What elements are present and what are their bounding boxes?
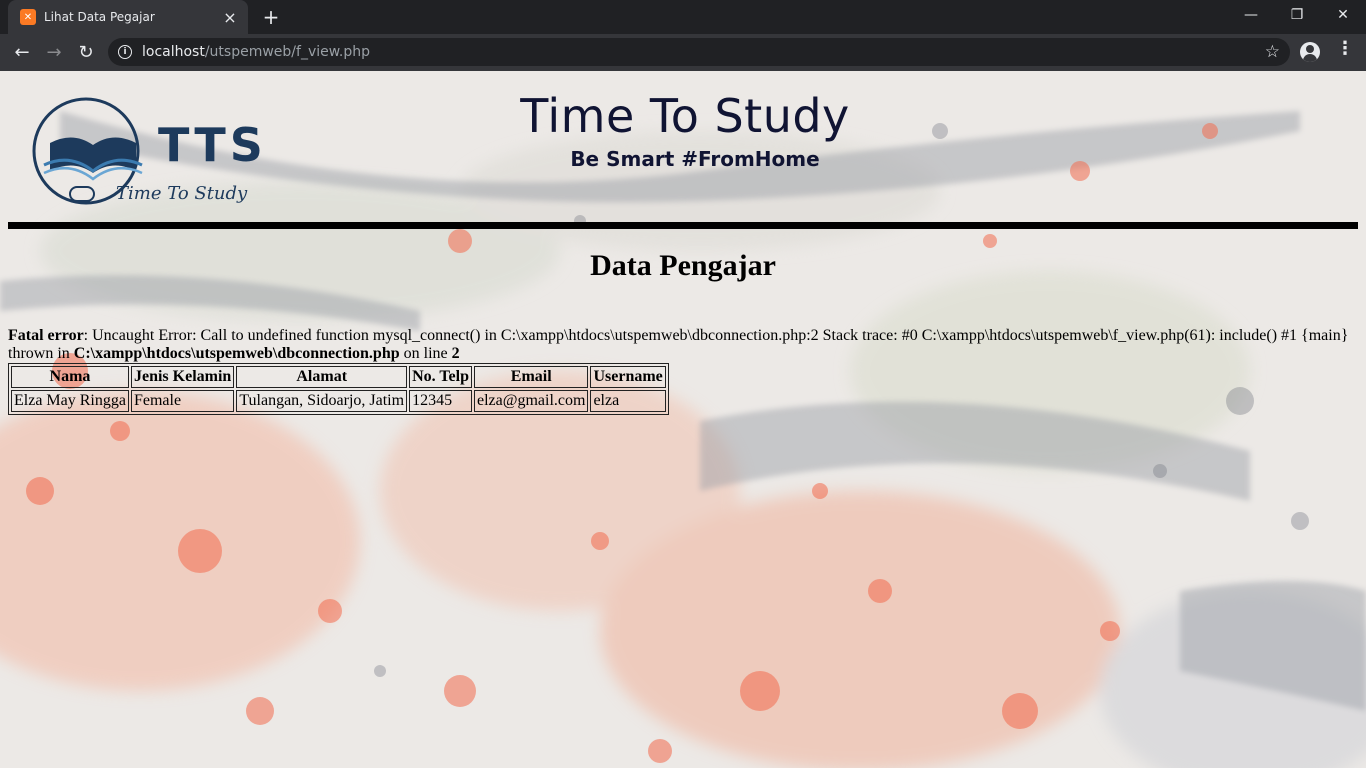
- column-header-jenis-kelamin: Jenis Kelamin: [130, 366, 235, 388]
- cell-alamat: Tulangan, Sidoarjo, Jatim: [236, 390, 408, 412]
- error-file: C:\xampp\htdocs\utspemweb\dbconnection.p…: [73, 345, 400, 362]
- url-text: localhost/utspemweb/f_view.php: [142, 44, 370, 60]
- column-header-username: Username: [590, 366, 666, 388]
- tab-close-icon[interactable]: ×: [222, 8, 238, 27]
- xampp-favicon-icon: ✕: [20, 9, 36, 25]
- restore-icon[interactable]: ❐: [1274, 0, 1320, 30]
- profile-avatar-icon[interactable]: [1300, 42, 1320, 62]
- error-label: Fatal error: [8, 327, 84, 344]
- column-header-alamat: Alamat: [236, 366, 408, 388]
- bookmark-star-icon[interactable]: ☆: [1265, 42, 1280, 62]
- cell-jenis-kelamin: Female: [130, 390, 235, 412]
- svg-text:Time To Study: Time To Study: [116, 183, 248, 204]
- php-fatal-error: Fatal error: Uncaught Error: Call to und…: [8, 327, 1349, 362]
- window-close-icon[interactable]: ✕: [1320, 0, 1366, 30]
- table-header-row: Nama Jenis Kelamin Alamat No. Telp Email…: [11, 366, 666, 388]
- more-menu-icon[interactable]: ⋮: [1336, 38, 1354, 59]
- cell-username: elza: [590, 390, 666, 412]
- site-title: Time To Study: [520, 89, 850, 143]
- site-header: TTS Time To Study Time To Study Be Smart…: [0, 71, 1366, 231]
- error-line: 2: [451, 345, 460, 362]
- address-bar[interactable]: i localhost/utspemweb/f_view.php ☆: [108, 38, 1290, 66]
- svg-text:TTS: TTS: [158, 118, 267, 172]
- minimize-icon[interactable]: —: [1228, 0, 1274, 30]
- page-viewport: TTS Time To Study Time To Study Be Smart…: [0, 71, 1366, 768]
- info-icon[interactable]: i: [118, 45, 132, 59]
- header-divider: [8, 222, 1358, 229]
- error-message: : Uncaught Error: Call to undefined func…: [83, 327, 1349, 344]
- new-tab-icon[interactable]: +: [258, 4, 284, 30]
- cell-no-telp: 12345: [409, 390, 472, 412]
- reload-icon[interactable]: ↻: [72, 38, 100, 66]
- tts-logo[interactable]: TTS Time To Study: [28, 93, 298, 213]
- tab-title: Lihat Data Pegajar: [44, 10, 155, 24]
- browser-tab[interactable]: ✕ Lihat Data Pegajar ×: [8, 0, 248, 34]
- column-header-email: Email: [473, 366, 589, 388]
- cell-nama: Elza May Ringga: [11, 390, 129, 412]
- pengajar-table: Nama Jenis Kelamin Alamat No. Telp Email…: [8, 363, 669, 415]
- back-arrow-icon[interactable]: ←: [8, 38, 36, 66]
- column-header-nama: Nama: [11, 366, 129, 388]
- site-tagline: Be Smart #FromHome: [570, 147, 820, 171]
- table-row: Elza May Ringga Female Tulangan, Sidoarj…: [11, 390, 666, 412]
- browser-titlebar: ✕ Lihat Data Pegajar × + — ❐ ✕: [0, 0, 1366, 34]
- forward-arrow-icon[interactable]: →: [40, 38, 68, 66]
- page-title: Data Pengajar: [590, 249, 776, 282]
- column-header-no-telp: No. Telp: [409, 366, 472, 388]
- browser-toolbar: ← → ↻ i localhost/utspemweb/f_view.php ☆…: [0, 34, 1366, 71]
- cell-email: elza@gmail.com: [473, 390, 589, 412]
